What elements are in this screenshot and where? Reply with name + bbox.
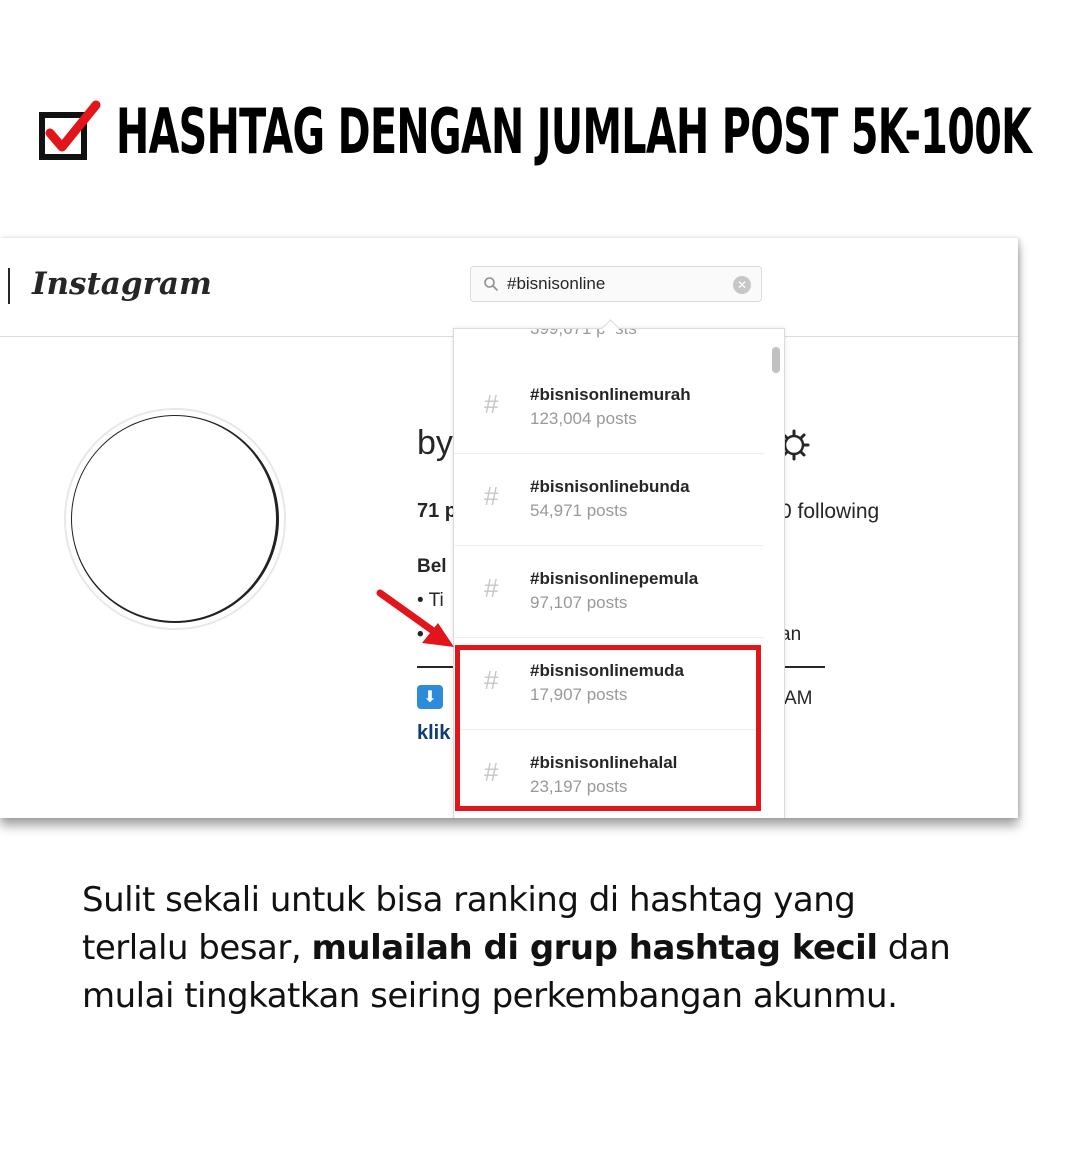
avatar-image <box>71 415 279 623</box>
hashtag-icon: # <box>484 573 499 603</box>
search-value[interactable]: #bisnisonline <box>507 274 605 294</box>
checked-box-icon <box>39 100 101 160</box>
caption-emphasis: mulailah di grup hashtag kecil <box>311 928 878 968</box>
hashtag-icon: # <box>484 389 499 419</box>
search-input[interactable]: #bisnisonline ✕ <box>470 266 762 302</box>
scrollbar[interactable] <box>772 347 780 373</box>
heading: HASHTAG DENGAN JUMLAH POST 5K-100K <box>36 92 1080 172</box>
divider <box>8 268 10 304</box>
search-result-item[interactable]: # #bisnisonlinepemula 97,107 posts <box>454 545 764 638</box>
down-arrow-emoji-icon: ⬇ <box>417 685 443 709</box>
caption: Sulit sekali untuk bisa ranking di hasht… <box>82 876 1022 1020</box>
caption-text: dan <box>877 928 951 968</box>
page-title: HASHTAG DENGAN JUMLAH POST 5K-100K <box>116 95 1032 168</box>
search-result-item[interactable]: # #bisnisonlinemurah 123,004 posts <box>454 361 764 454</box>
avatar[interactable] <box>64 408 286 630</box>
red-arrow-icon <box>376 589 454 647</box>
result-hashtag: #bisnisonlinemurah <box>530 385 691 404</box>
caption-line: terlalu besar, mulailah di grup hashtag … <box>82 924 1022 972</box>
bio-time: AM <box>784 688 813 709</box>
caption-text: terlalu besar, <box>82 928 312 968</box>
instagram-top-bar: Instagram #bisnisonline ✕ <box>0 238 1018 337</box>
clear-icon[interactable]: ✕ <box>733 276 751 294</box>
posts-count: 71 p <box>417 500 458 522</box>
search-result-item[interactable]: # #bisnisonlinebunda 54,971 posts <box>454 453 764 546</box>
following-count[interactable]: 0 following <box>780 500 879 524</box>
result-post-count: 97,107 posts <box>530 593 628 612</box>
profile-username: by <box>417 424 453 462</box>
result-hashtag: #bisnisonlinepemula <box>530 569 699 588</box>
result-post-count-partial: 399,671 posts <box>530 328 637 338</box>
caption-line: mulai tingkatkan seiring perkembangan ak… <box>82 976 898 1016</box>
instagram-logo[interactable]: Instagram <box>32 266 212 302</box>
result-post-count: 123,004 posts <box>530 409 637 428</box>
result-hashtag: #bisnisonlinebunda <box>530 477 690 496</box>
search-icon <box>484 277 498 291</box>
bio-link[interactable]: klik <box>417 722 450 745</box>
result-post-count: 54,971 posts <box>530 501 628 520</box>
bio-line: Bel <box>417 556 447 577</box>
hashtag-icon: # <box>484 481 499 511</box>
highlight-box <box>455 645 761 811</box>
caption-line: Sulit sekali untuk bisa ranking di hasht… <box>82 880 856 920</box>
